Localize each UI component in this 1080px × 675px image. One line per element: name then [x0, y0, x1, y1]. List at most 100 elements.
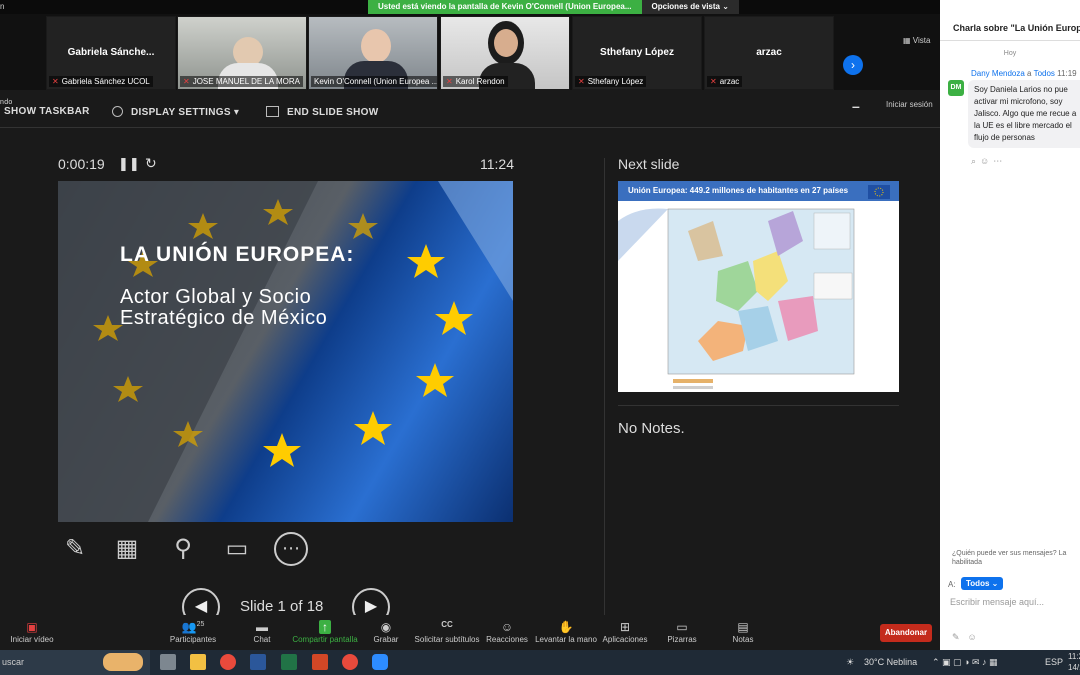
- next-slide-heading: Unión Europea: 449.2 millones de habitan…: [618, 181, 899, 201]
- sign-in-link[interactable]: Iniciar sesión: [886, 100, 933, 109]
- tray-date[interactable]: 14/1: [1068, 663, 1080, 672]
- chat-message[interactable]: Soy Daniela Larios no pue activar mi mic…: [968, 80, 1080, 148]
- record-label: Grabar: [373, 635, 399, 644]
- black-screen-icon[interactable]: ▭: [220, 532, 254, 566]
- current-slide[interactable]: LA UNIÓN EUROPEA: Actor Global y Socio E…: [58, 181, 513, 522]
- to-label: A:: [948, 580, 956, 589]
- participant-tile[interactable]: ✕ Karol Rendon: [440, 16, 570, 90]
- display-settings-button[interactable]: DISPLAY SETTINGS ▾: [112, 106, 239, 118]
- elapsed-timer: 0:00:19: [58, 156, 105, 172]
- chevron-down-icon: ⌄: [722, 2, 729, 11]
- more-options-icon[interactable]: ⋯: [274, 532, 308, 566]
- participant-label: ✕ arzac: [707, 76, 743, 87]
- participant-tile[interactable]: Gabriela Sánche... ✕ Gabriela Sánchez UCO…: [46, 16, 176, 90]
- muted-mic-icon: ✕: [52, 77, 59, 86]
- reply-icon[interactable]: ⌕: [971, 156, 980, 166]
- end-slide-show-button[interactable]: END SLIDE SHOW: [266, 106, 378, 118]
- minimize-icon[interactable]: –: [852, 98, 860, 114]
- zoom-meeting-window: n Usted está viendo la pantalla de Kevin…: [0, 0, 940, 650]
- start-video-button[interactable]: ▣ Iniciar vídeo: [0, 620, 72, 644]
- clock: 11:24: [480, 156, 514, 172]
- powerpoint-icon[interactable]: [312, 654, 328, 670]
- zoom-icon[interactable]: ⚲: [166, 532, 200, 566]
- participant-strip: Gabriela Sánche... ✕ Gabriela Sánchez UCO…: [0, 14, 940, 90]
- pane-divider[interactable]: [604, 158, 605, 618]
- whiteboards-label: Pizarras: [667, 635, 697, 644]
- participant-label-text: arzac: [719, 77, 740, 86]
- display-settings-label: DISPLAY SETTINGS ▾: [131, 107, 240, 118]
- weather-text[interactable]: 30°C Neblina: [864, 657, 917, 667]
- file-explorer-icon[interactable]: [190, 654, 206, 670]
- chrome-icon[interactable]: [342, 654, 358, 670]
- share-status: Usted está viendo la pantalla de Kevin O…: [368, 0, 642, 14]
- zoom-app-icon[interactable]: [372, 654, 388, 670]
- windows-taskbar: uscar ☀ 30°C Neblina ⌃ ▣ ▢ ◑ ✉ ♪ ▦ ESP 1…: [0, 650, 1080, 675]
- next-slide-preview[interactable]: Unión Europea: 449.2 millones de habitan…: [618, 181, 899, 392]
- taskbar-search-text: uscar: [2, 657, 25, 667]
- chat-title: Charla sobre "La Unión Europea": [953, 23, 1080, 33]
- input-language[interactable]: ESP: [1045, 657, 1063, 667]
- meeting-controls: ▣ Iniciar vídeo 👥25 Participantes ▬ Chat ↑ C…: [0, 615, 940, 650]
- chevron-right-icon[interactable]: ›: [843, 55, 863, 75]
- muted-mic-icon: ✕: [578, 77, 585, 86]
- tray-icons[interactable]: ⌃ ▣ ▢ ◑ ✉ ♪ ▦: [932, 657, 998, 668]
- notes-button[interactable]: ▤ Notas: [703, 620, 783, 644]
- tray-time[interactable]: 11:2: [1068, 652, 1080, 661]
- participants-count: 25: [196, 621, 205, 628]
- notes-label: Notas: [732, 635, 754, 644]
- emoji-icon[interactable]: ☺: [968, 632, 985, 642]
- weather-icon[interactable]: ☀: [846, 657, 854, 668]
- grid-icon: ▦: [903, 36, 913, 45]
- toolbar-fragment: ndo: [0, 99, 13, 106]
- apps-label: Aplicaciones: [602, 635, 648, 644]
- pen-icon[interactable]: ✎: [58, 532, 92, 566]
- message-visibility[interactable]: ¿Quién puede ver sus mensajes? La habili…: [952, 549, 1080, 567]
- participant-tile[interactable]: ✕ JOSE MANUEL DE LA MORA: [177, 16, 307, 90]
- end-show-icon: [266, 106, 279, 117]
- message-header: Dany Mendoza a Todos 11:19: [971, 69, 1077, 78]
- word-icon[interactable]: [250, 654, 266, 670]
- view-label: Vista: [912, 36, 931, 45]
- chat-panel: Charla sobre "La Unión Europea" Hoy Dany…: [940, 0, 1080, 650]
- muted-mic-icon: ✕: [446, 77, 453, 86]
- participant-tile[interactable]: Sthefany López ✕ Sthefany López: [572, 16, 702, 90]
- video-off-icon: ▣: [26, 620, 38, 634]
- participant-label-text: Kevin O'Connell (Union Europea ...: [314, 77, 437, 86]
- notes-icon: ▤: [737, 620, 749, 634]
- participants-button[interactable]: 👥25 Participantes: [153, 620, 233, 644]
- participant-tile[interactable]: Kevin O'Connell (Union Europea ...: [308, 16, 438, 90]
- chat-input[interactable]: Escribir mensaje aquí...: [950, 597, 1044, 607]
- participant-label: ✕ Sthefany López: [575, 76, 647, 87]
- recipient-dropdown[interactable]: Todos ⌄: [961, 577, 1004, 590]
- share-banner: Usted está viendo la pantalla de Kevin O…: [368, 0, 739, 14]
- next-slide-label: Next slide: [618, 156, 680, 172]
- participant-label: ✕ JOSE MANUEL DE LA MORA: [180, 76, 303, 87]
- participant-face: [494, 29, 518, 57]
- format-icon[interactable]: ✎: [952, 632, 968, 642]
- emoji-icon[interactable]: ☺: [980, 156, 993, 166]
- message-time: 11:19: [1057, 69, 1077, 78]
- more-icon[interactable]: ⋯: [993, 156, 1006, 166]
- message-sender: Dany Mendoza: [971, 69, 1025, 78]
- eu-map-image: [618, 201, 899, 392]
- chrome-icon[interactable]: [220, 654, 236, 670]
- show-taskbar-button[interactable]: SHOW TASKBAR: [4, 106, 90, 117]
- participants-icon: 👥25: [181, 620, 205, 634]
- slide-subtitle-line: Estratégico de México: [120, 307, 328, 329]
- avatar: DM: [948, 80, 964, 96]
- leave-meeting-button[interactable]: Abandonar: [880, 624, 932, 642]
- start-video-label: Iniciar vídeo: [10, 635, 54, 644]
- taskbar-search[interactable]: uscar: [0, 650, 150, 675]
- restart-icon[interactable]: ↻: [145, 155, 157, 172]
- participant-tile[interactable]: arzac ✕ arzac: [704, 16, 834, 90]
- slide-sorter-icon[interactable]: ▦: [110, 532, 144, 566]
- task-view-icon[interactable]: [160, 654, 176, 670]
- pause-icon[interactable]: ❚❚: [118, 156, 140, 172]
- view-options-button[interactable]: Opciones de vista ⌄: [641, 0, 739, 14]
- view-button[interactable]: ▦ Vista: [903, 36, 930, 45]
- participant-label: Kevin O'Connell (Union Europea ...: [311, 76, 437, 87]
- message-recipient: Todos: [1033, 69, 1055, 78]
- participant-face: [361, 29, 391, 63]
- excel-icon[interactable]: [281, 654, 297, 670]
- participant-name-large: Sthefany López: [600, 47, 674, 58]
